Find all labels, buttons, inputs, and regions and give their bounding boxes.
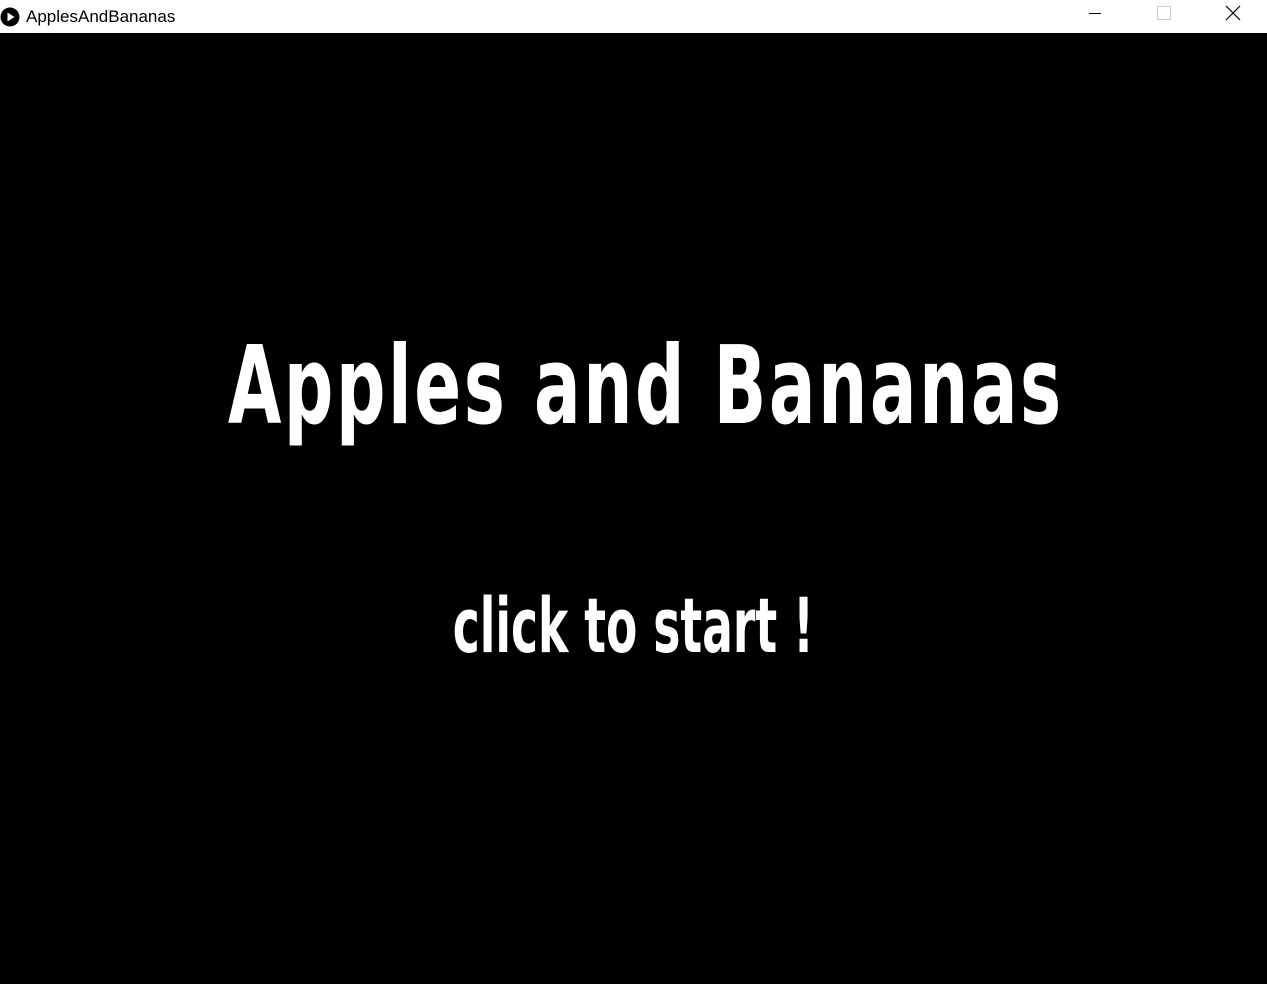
minimize-button[interactable] — [1060, 0, 1129, 30]
maximize-icon — [1156, 5, 1172, 26]
window-title: ApplesAndBananas — [26, 6, 176, 26]
game-canvas[interactable]: Apples and Bananas click to start ! — [0, 33, 1267, 984]
play-circle-icon — [0, 7, 20, 27]
app-window: ApplesAndBananas Apples and Bananas clic… — [0, 0, 1267, 984]
maximize-button[interactable] — [1129, 0, 1198, 30]
title-bar[interactable]: ApplesAndBananas — [0, 0, 1267, 33]
close-icon — [1224, 4, 1242, 27]
window-controls — [1060, 0, 1267, 33]
click-to-start-prompt[interactable]: click to start ! — [253, 588, 1013, 664]
game-title: Apples and Bananas — [227, 324, 1064, 449]
minimize-icon — [1087, 5, 1103, 26]
close-button[interactable] — [1198, 0, 1267, 30]
